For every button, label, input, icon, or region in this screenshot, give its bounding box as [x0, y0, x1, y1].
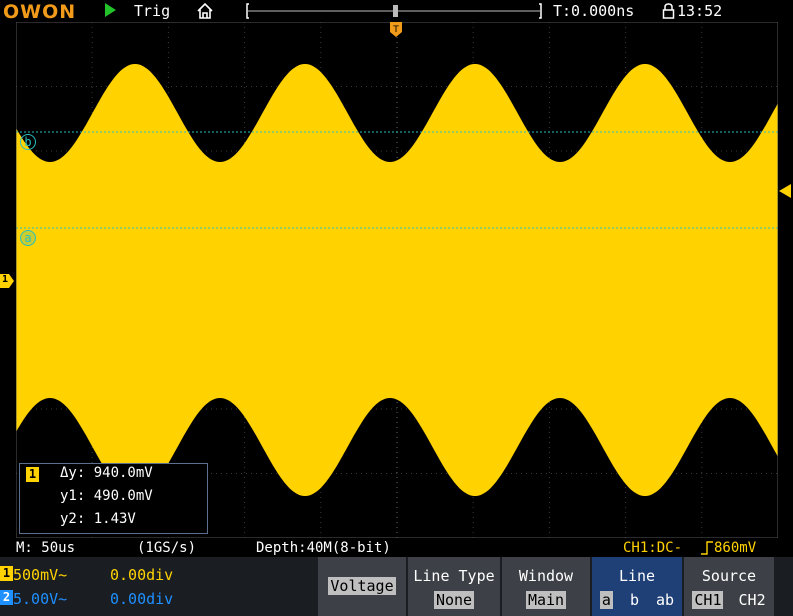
- cursor-b-label[interactable]: b: [20, 134, 36, 150]
- trigger-source: CH1:DC-: [623, 540, 683, 556]
- line-type-value: None: [433, 591, 475, 609]
- trigger-position-marker[interactable]: T: [390, 22, 402, 38]
- ch2-offset: 0.00div: [110, 590, 174, 608]
- cursor-measurement-box: 1 Δy: 940.0mV y1: 490.0mV y2: 1.43V: [19, 463, 208, 534]
- line-label: Line: [618, 567, 656, 585]
- timebase: M: 50us: [16, 540, 76, 556]
- sample-rate: (1GS/s): [137, 540, 197, 556]
- ch1-waveform: [16, 64, 778, 496]
- cursor-channel-badge: 1: [26, 467, 39, 482]
- ch2-badge: 2: [0, 590, 13, 605]
- ch2-readout[interactable]: 2 5.00V~: [0, 590, 67, 608]
- ch2-scale: 5.00V~: [13, 590, 68, 608]
- cursor-a-label[interactable]: a: [20, 230, 36, 246]
- trigger-marker-label: T: [392, 25, 399, 35]
- line-type-menu-button[interactable]: Line Type None: [408, 557, 500, 616]
- ch1-scale: 500mV~: [13, 566, 68, 584]
- voltage-menu-button[interactable]: Voltage: [318, 557, 406, 616]
- cursor-delta-y: Δy: 940.0mV: [60, 465, 153, 481]
- line-type-label: Line Type: [413, 567, 495, 585]
- source-option-ch2[interactable]: CH2: [739, 591, 766, 609]
- source-menu-button[interactable]: Source CH1 CH2: [684, 557, 774, 616]
- window-menu-button[interactable]: Window Main: [502, 557, 590, 616]
- clock-time: 13:52: [677, 2, 723, 20]
- trigger-level: 860mV: [714, 540, 757, 556]
- memory-depth: Depth:40M(8-bit): [256, 540, 391, 556]
- line-option-b[interactable]: b: [630, 591, 639, 609]
- memory-position-bar[interactable]: [246, 3, 542, 19]
- home-icon[interactable]: [196, 2, 214, 24]
- trigger-time: T:0.000ns: [553, 2, 635, 20]
- cursor-y1: y1: 490.0mV: [60, 488, 153, 504]
- acquisition-status-line: M: 50us (1GS/s) Depth:40M(8-bit) CH1:DC-…: [0, 539, 793, 557]
- brand-logo: OWON: [3, 1, 77, 23]
- ch1-offset: 0.00div: [110, 566, 174, 584]
- line-option-ab[interactable]: ab: [656, 591, 674, 609]
- line-menu-button[interactable]: Line a b ab: [592, 557, 682, 616]
- source-option-ch1[interactable]: CH1: [692, 591, 724, 609]
- window-label: Window: [518, 567, 574, 585]
- source-label: Source: [701, 567, 757, 585]
- waveform-display[interactable]: [16, 22, 778, 538]
- voltage-label: Voltage: [328, 577, 396, 595]
- ch1-readout[interactable]: 1 500mV~: [0, 566, 67, 584]
- run-play-icon: [105, 3, 116, 17]
- line-option-a[interactable]: a: [599, 591, 613, 609]
- lock-icon: [662, 3, 675, 23]
- trigger-level-marker[interactable]: [779, 183, 791, 202]
- ch1-offset-label: 1: [2, 274, 9, 285]
- cursor-y2: y2: 1.43V: [60, 511, 136, 527]
- ch1-badge: 1: [0, 566, 13, 581]
- window-value: Main: [525, 591, 567, 609]
- trigger-status: Trig: [134, 2, 171, 20]
